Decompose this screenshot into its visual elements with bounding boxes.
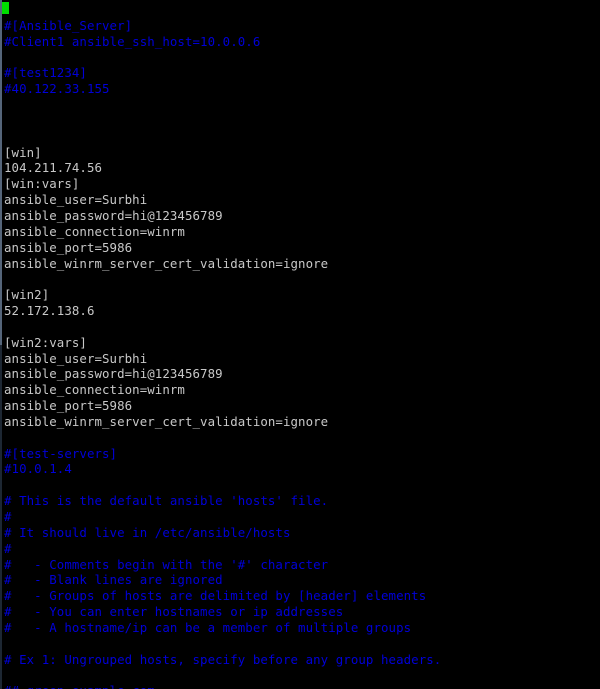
terminal-line: ansible_port=5986 bbox=[4, 398, 133, 414]
terminal-line: # - A hostname/ip can be a member of mul… bbox=[4, 619, 412, 635]
terminal-line: ansible_user=Surbhi bbox=[4, 192, 148, 208]
terminal-line: ansible_connection=winrm bbox=[4, 382, 185, 398]
terminal-line: #[test-servers] bbox=[4, 445, 118, 461]
terminal-line: ansible_winrm_server_cert_validation=ign… bbox=[4, 255, 329, 271]
terminal-line: ansible_port=5986 bbox=[4, 239, 133, 255]
terminal-line: #Client1 ansible_ssh_host=10.0.0.6 bbox=[4, 33, 261, 49]
terminal-line: ansible_password=hi@123456789 bbox=[4, 366, 223, 382]
terminal-line: # bbox=[4, 540, 12, 556]
terminal-line: # - You can enter hostnames or ip addres… bbox=[4, 604, 344, 620]
vertical-scrollbar[interactable] bbox=[0, 0, 2, 689]
terminal-line: # - Groups of hosts are delimited by [he… bbox=[4, 588, 427, 604]
terminal-line: # This is the default ansible 'hosts' fi… bbox=[4, 493, 329, 509]
terminal-line: [win2:vars] bbox=[4, 334, 87, 350]
terminal-line: ansible_user=Surbhi bbox=[4, 350, 148, 366]
terminal-window[interactable]: #[Ansible_Server] #Client1 ansible_ssh_ho… bbox=[0, 0, 600, 689]
scrollbar-thumb[interactable] bbox=[0, 0, 2, 345]
terminal-line: ansible_connection=winrm bbox=[4, 223, 185, 239]
terminal-text-area[interactable]: #[Ansible_Server] #Client1 ansible_ssh_ho… bbox=[4, 2, 596, 689]
terminal-line: # - Comments begin with the '#' characte… bbox=[4, 556, 329, 572]
terminal-line: [win2] bbox=[4, 287, 50, 303]
terminal-line: #10.0.1.4 bbox=[4, 461, 72, 477]
terminal-line: #[Ansible_Server] bbox=[4, 17, 133, 33]
terminal-line: # Ex 1: Ungrouped hosts, specify before … bbox=[4, 651, 442, 667]
terminal-line: ansible_winrm_server_cert_validation=ign… bbox=[4, 413, 329, 429]
terminal-line: #[test1234] bbox=[4, 65, 87, 81]
terminal-line: [win:vars] bbox=[4, 176, 80, 192]
terminal-line: ## green.example.com bbox=[4, 683, 596, 689]
terminal-line: [win] bbox=[4, 144, 42, 160]
terminal-line: #40.122.33.155 bbox=[4, 81, 110, 97]
terminal-line: 52.172.138.6 bbox=[4, 303, 95, 319]
terminal-line: ansible_password=hi@123456789 bbox=[4, 207, 223, 223]
terminal-line: # - Blank lines are ignored bbox=[4, 572, 223, 588]
text-cursor bbox=[2, 2, 9, 14]
terminal-line: # bbox=[4, 509, 12, 524]
terminal-line: # It should live in /etc/ansible/hosts bbox=[4, 524, 291, 540]
terminal-line: 104.211.74.56 bbox=[4, 160, 103, 176]
